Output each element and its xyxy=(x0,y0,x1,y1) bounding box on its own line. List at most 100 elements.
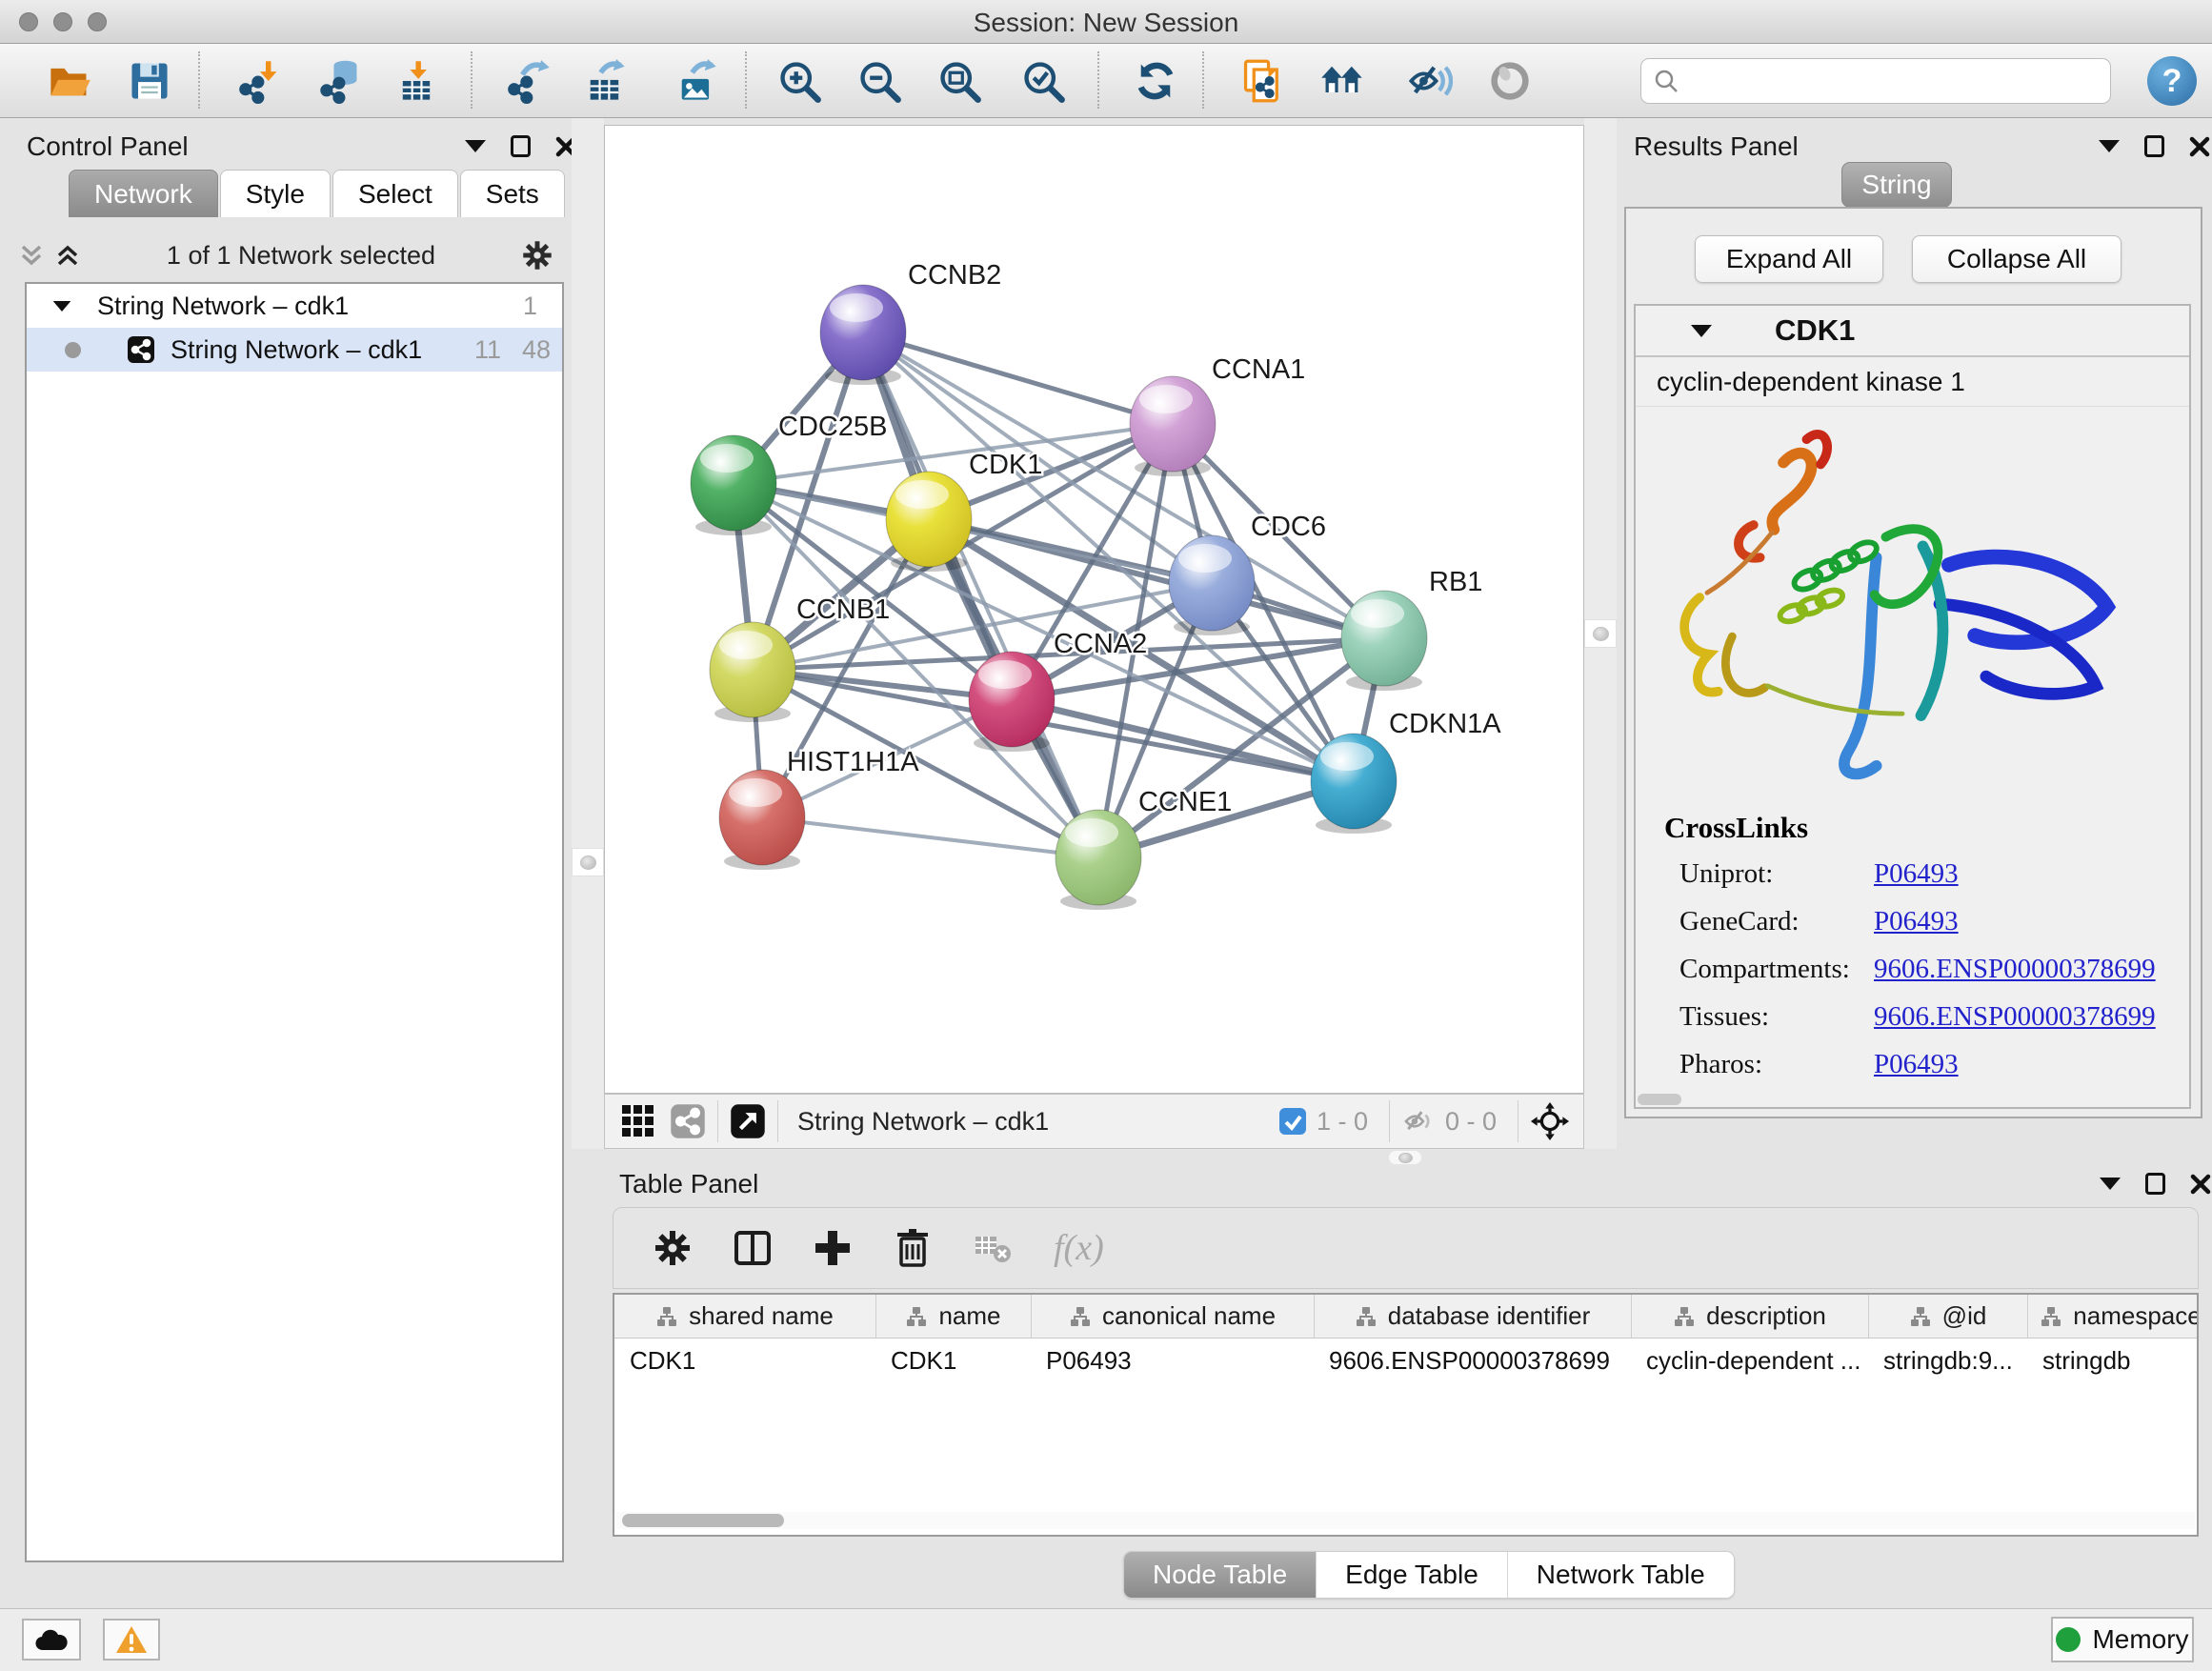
table-cell[interactable]: P06493 xyxy=(1031,1339,1314,1382)
column-type-icon xyxy=(2041,1306,2061,1327)
table-hscroll-thumb[interactable] xyxy=(622,1514,784,1527)
column-header[interactable]: canonical name xyxy=(1031,1295,1314,1338)
delete-column-icon[interactable] xyxy=(892,1227,934,1269)
left-splitter[interactable] xyxy=(572,118,604,1149)
splitter-handle[interactable] xyxy=(1593,627,1609,641)
network-collection-row[interactable]: String Network – cdk1 1 xyxy=(27,284,562,328)
cloud-button[interactable] xyxy=(22,1619,81,1661)
columns-icon[interactable] xyxy=(732,1227,774,1269)
function-builder-icon: f(x) xyxy=(1054,1227,1104,1269)
import-network-database-icon[interactable] xyxy=(316,57,364,105)
table-cell[interactable]: CDK1 xyxy=(614,1339,875,1382)
save-session-icon[interactable] xyxy=(126,57,173,105)
panel-collapse-icon[interactable] xyxy=(2099,140,2120,152)
tree-expander-icon[interactable] xyxy=(53,300,71,311)
network-node[interactable]: HIST1H1A xyxy=(719,747,919,870)
selected-checkbox-icon[interactable] xyxy=(1278,1107,1307,1136)
panel-close-icon[interactable] xyxy=(2189,136,2210,157)
selected-count: 1 - 0 xyxy=(1317,1107,1368,1137)
table-cell[interactable]: 9606.ENSP00000378699 xyxy=(1314,1339,1631,1382)
add-column-icon[interactable] xyxy=(812,1227,854,1269)
column-header[interactable]: database identifier xyxy=(1314,1295,1631,1338)
column-header[interactable]: description xyxy=(1631,1295,1868,1338)
tab-style[interactable]: Style xyxy=(220,170,331,217)
panel-collapse-icon[interactable] xyxy=(465,140,486,152)
collapse-all-icon[interactable] xyxy=(17,241,46,270)
tab-sets[interactable]: Sets xyxy=(460,170,565,217)
table-cell[interactable]: CDK1 xyxy=(875,1339,1031,1382)
zoom-in-icon[interactable] xyxy=(775,57,823,105)
panel-float-icon[interactable] xyxy=(511,135,531,157)
grid-view-icon[interactable] xyxy=(620,1103,656,1139)
column-header[interactable]: shared name xyxy=(614,1295,875,1338)
crosslink-link[interactable]: 9606.ENSP00000378699 xyxy=(1874,954,2156,985)
export-table-icon[interactable] xyxy=(581,57,629,105)
tab-select[interactable]: Select xyxy=(332,170,458,217)
network-edge[interactable] xyxy=(762,817,1098,857)
right-splitter[interactable] xyxy=(1584,118,1617,1149)
panel-collapse-icon[interactable] xyxy=(2100,1178,2121,1190)
table-row[interactable]: CDK1CDK1P064939606.ENSP00000378699cyclin… xyxy=(614,1339,2197,1382)
table-cell[interactable]: stringdb:9... xyxy=(1868,1339,2027,1382)
gear-icon[interactable] xyxy=(520,238,554,272)
tab-string[interactable]: String xyxy=(1841,162,1952,208)
zoom-out-icon[interactable] xyxy=(855,57,903,105)
column-header[interactable]: namespace xyxy=(2027,1295,2199,1338)
toolbar-search xyxy=(1640,58,2111,104)
splitter-handle[interactable] xyxy=(580,856,596,870)
crosslink-link[interactable]: P06493 xyxy=(1874,1049,1959,1080)
zoom-selected-icon[interactable] xyxy=(1019,57,1067,105)
panel-close-icon[interactable] xyxy=(2190,1174,2211,1195)
open-session-icon[interactable] xyxy=(46,57,93,105)
network-node[interactable]: RB1 xyxy=(1341,567,1482,691)
section-expander-icon[interactable] xyxy=(1691,325,1712,337)
expand-all-icon[interactable] xyxy=(53,241,82,270)
gene-section-header[interactable]: CDK1 xyxy=(1636,306,2189,357)
houses-icon[interactable] xyxy=(1318,57,1366,105)
network-node[interactable]: CCNB1 xyxy=(710,594,890,722)
memory-button[interactable]: Memory xyxy=(2051,1617,2194,1662)
network-canvas[interactable]: CCNB2CCNA1CDC25BCDK1CDC6RB1CCNB1CCNA2CDK… xyxy=(604,125,1584,1094)
netbar-separator xyxy=(1389,1100,1390,1142)
documents-share-icon[interactable] xyxy=(1238,57,1286,105)
import-table-file-icon[interactable] xyxy=(392,57,440,105)
crosslink-link[interactable]: 9606.ENSP00000378699 xyxy=(1874,1001,2156,1033)
crosslink-link[interactable]: P06493 xyxy=(1874,858,1959,890)
panel-float-icon[interactable] xyxy=(2144,135,2164,157)
eye-signal-icon[interactable] xyxy=(1406,57,1454,105)
refresh-icon[interactable] xyxy=(1132,57,1179,105)
table-gear-icon[interactable] xyxy=(652,1227,694,1269)
node-table[interactable]: shared namenamecanonical namedatabase id… xyxy=(613,1293,2199,1537)
network-node[interactable]: CDC25B xyxy=(691,412,887,535)
open-external-icon[interactable] xyxy=(730,1103,766,1139)
warning-button[interactable] xyxy=(103,1619,160,1661)
crosshair-icon[interactable] xyxy=(1530,1101,1570,1141)
export-network-icon[interactable] xyxy=(505,57,553,105)
network-edge[interactable] xyxy=(863,332,1173,424)
crosslink-link[interactable]: P06493 xyxy=(1874,906,1959,937)
panel-float-icon[interactable] xyxy=(2145,1173,2165,1195)
network-edge[interactable] xyxy=(863,332,1098,857)
export-image-icon[interactable] xyxy=(673,57,720,105)
help-icon[interactable]: ? xyxy=(2147,56,2197,106)
table-cell[interactable]: cyclin-dependent ... xyxy=(1631,1339,1868,1382)
network-node[interactable]: CCNA1 xyxy=(1130,354,1305,476)
hidden-eye-icon[interactable] xyxy=(1401,1104,1436,1138)
collapse-all-button[interactable]: Collapse All xyxy=(1912,235,2122,283)
zoom-fit-icon[interactable] xyxy=(935,57,983,105)
tab-node-table[interactable]: Node Table xyxy=(1124,1552,1316,1598)
tab-network-table[interactable]: Network Table xyxy=(1507,1552,1734,1598)
tab-network[interactable]: Network xyxy=(69,170,218,217)
column-header[interactable]: name xyxy=(875,1295,1031,1338)
results-hscroll-thumb[interactable] xyxy=(1638,1094,1681,1105)
table-cell[interactable]: stringdb xyxy=(2027,1339,2199,1382)
expand-all-button[interactable]: Expand All xyxy=(1695,235,1883,283)
search-input[interactable] xyxy=(1640,58,2111,104)
import-network-file-icon[interactable] xyxy=(236,57,284,105)
network-row[interactable]: String Network – cdk1 11 48 xyxy=(27,328,562,372)
tab-edge-table[interactable]: Edge Table xyxy=(1316,1552,1507,1598)
network-node[interactable]: CCNE1 xyxy=(1056,787,1232,910)
column-header[interactable]: @id xyxy=(1868,1295,2027,1338)
network-node[interactable]: CDKN1A xyxy=(1311,709,1501,834)
share-badge-icon[interactable] xyxy=(670,1103,706,1139)
